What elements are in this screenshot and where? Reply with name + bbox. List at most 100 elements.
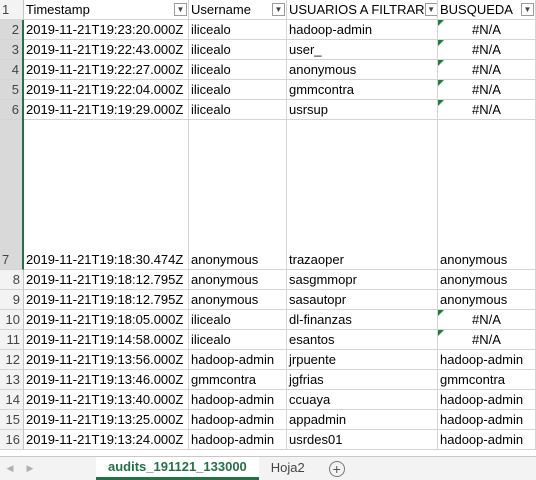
filter-dropdown-icon[interactable]: ▼ [174,3,187,16]
table-row[interactable]: 15 2019-11-21T19:13:25.000Z hadoop-admin ap… [0,410,536,430]
cell-busqueda[interactable]: #N/A [438,60,536,80]
row-number[interactable]: 4 [0,60,24,80]
spreadsheet-grid[interactable]: 1 Timestamp ▼ Username ▼ USUARIOS A FILT… [0,0,536,456]
cell-usuarios-a-filtrar[interactable]: appadmin [287,410,438,430]
cell-timestamp[interactable]: 2019-11-21T19:19:29.000Z [24,100,189,120]
cell-username[interactable]: ilicealo [189,100,287,120]
cell-timestamp[interactable]: 2019-11-21T19:14:58.000Z [24,330,189,350]
cell-username[interactable]: anonymous [189,270,287,290]
cell-username[interactable]: hadoop-admin [189,410,287,430]
row-number[interactable]: 9 [0,290,24,310]
row-number[interactable]: 15 [0,410,24,430]
row-number[interactable]: 10 [0,310,24,330]
cell-busqueda[interactable]: hadoop-admin [438,410,536,430]
cell-busqueda[interactable]: anonymous [438,270,536,290]
cell-usuarios-a-filtrar[interactable]: user_ [287,40,438,60]
sheet-next-icon[interactable]: ▶ [20,463,40,474]
table-row[interactable]: 13 2019-11-21T19:13:46.000Z gmmcontra jgfri… [0,370,536,390]
cell-usuarios-a-filtrar[interactable]: trazaoper [287,120,438,270]
row-number[interactable]: 3 [0,40,24,60]
cell-usuarios-a-filtrar[interactable]: jrpuente [287,350,438,370]
row-number[interactable]: 7 [0,120,24,270]
cell-busqueda[interactable]: anonymous [438,120,536,270]
cell-username[interactable]: ilicealo [189,40,287,60]
cell-usuarios-a-filtrar[interactable]: sasautopr [287,290,438,310]
cell-usuarios-a-filtrar[interactable]: dl-finanzas [287,310,438,330]
cell-timestamp[interactable]: 2019-11-21T19:22:27.000Z [24,60,189,80]
table-row[interactable]: 7 2019-11-21T19:18:30.474Z anonymous trazao… [0,120,536,270]
cell-usuarios-a-filtrar[interactable]: gmmcontra [287,80,438,100]
cell-usuarios-a-filtrar[interactable]: ccuaya [287,390,438,410]
cell-busqueda[interactable]: #N/A [438,100,536,120]
cell-username[interactable]: ilicealo [189,60,287,80]
cell-usuarios-a-filtrar[interactable]: usrsup [287,100,438,120]
filter-dropdown-icon[interactable]: ▼ [272,3,285,16]
table-row[interactable]: 2 2019-11-21T19:23:20.000Z ilicealo hadoop-… [0,20,536,40]
cell-timestamp[interactable]: 2019-11-21T19:18:12.795Z [24,270,189,290]
row-number[interactable]: 6 [0,100,24,120]
cell-username[interactable]: gmmcontra [189,370,287,390]
filter-dropdown-icon[interactable]: ▼ [521,3,534,16]
cell-timestamp[interactable]: 2019-11-21T19:13:25.000Z [24,410,189,430]
table-row[interactable]: 14 2019-11-21T19:13:40.000Z hadoop-admin cc… [0,390,536,410]
cell-busqueda[interactable]: hadoop-admin [438,350,536,370]
cell-username[interactable]: hadoop-admin [189,390,287,410]
table-row[interactable]: 4 2019-11-21T19:22:27.000Z ilicealo anonymo… [0,60,536,80]
filter-dropdown-icon[interactable]: ▼ [424,3,437,16]
row-number[interactable]: 8 [0,270,24,290]
cell-busqueda[interactable]: gmmcontra [438,370,536,390]
cell-timestamp[interactable]: 2019-11-21T19:18:12.795Z [24,290,189,310]
cell-busqueda[interactable]: hadoop-admin [438,390,536,410]
cell-busqueda[interactable]: #N/A [438,310,536,330]
cell-usuarios-a-filtrar[interactable]: hadoop-admin [287,20,438,40]
add-sheet-icon[interactable]: + [328,460,345,477]
cell-timestamp[interactable]: 2019-11-21T19:13:40.000Z [24,390,189,410]
cell-busqueda[interactable]: hadoop-admin [438,430,536,450]
row-number[interactable]: 5 [0,80,24,100]
cell-busqueda[interactable]: #N/A [438,20,536,40]
cell-usuarios-a-filtrar[interactable]: esantos [287,330,438,350]
cell-usuarios-a-filtrar[interactable]: jgfrias [287,370,438,390]
row-number[interactable]: 13 [0,370,24,390]
cell-username[interactable]: hadoop-admin [189,430,287,450]
cell-timestamp[interactable]: 2019-11-21T19:18:30.474Z [24,120,189,270]
cell-username[interactable]: hadoop-admin [189,350,287,370]
cell-username[interactable]: ilicealo [189,330,287,350]
row-number[interactable]: 2 [0,20,24,40]
table-row[interactable]: 8 2019-11-21T19:18:12.795Z anonymous sasgmm… [0,270,536,290]
cell-timestamp[interactable]: 2019-11-21T19:13:24.000Z [24,430,189,450]
cell-username[interactable]: anonymous [189,120,287,270]
cell-timestamp[interactable]: 2019-11-21T19:13:46.000Z [24,370,189,390]
table-row[interactable]: 16 2019-11-21T19:13:24.000Z hadoop-admin us… [0,430,536,450]
row-number[interactable]: 11 [0,330,24,350]
cell-username[interactable]: ilicealo [189,80,287,100]
tab-hoja2[interactable]: Hoja2 [259,457,317,480]
table-row[interactable]: 10 2019-11-21T19:18:05.000Z ilicealo dl-fin… [0,310,536,330]
cell-busqueda[interactable]: #N/A [438,40,536,60]
header-cell-username[interactable]: Username ▼ [189,0,287,20]
cell-usuarios-a-filtrar[interactable]: sasgmmopr [287,270,438,290]
table-row[interactable]: 3 2019-11-21T19:22:43.000Z ilicealo user_ #N… [0,40,536,60]
cell-busqueda[interactable]: #N/A [438,80,536,100]
table-row[interactable]: 9 2019-11-21T19:18:12.795Z anonymous sasaut… [0,290,536,310]
row-number[interactable]: 1 [0,0,24,20]
cell-usuarios-a-filtrar[interactable]: usrdes01 [287,430,438,450]
cell-timestamp[interactable]: 2019-11-21T19:22:04.000Z [24,80,189,100]
row-number[interactable]: 16 [0,430,24,450]
cell-timestamp[interactable]: 2019-11-21T19:23:20.000Z [24,20,189,40]
header-cell-busqueda[interactable]: BUSQUEDA ▼ [438,0,536,20]
cell-busqueda[interactable]: #N/A [438,330,536,350]
cell-usuarios-a-filtrar[interactable]: anonymous [287,60,438,80]
table-row[interactable]: 5 2019-11-21T19:22:04.000Z ilicealo gmmcont… [0,80,536,100]
row-number[interactable]: 12 [0,350,24,370]
cell-timestamp[interactable]: 2019-11-21T19:18:05.000Z [24,310,189,330]
cell-busqueda[interactable]: anonymous [438,290,536,310]
tab-audits[interactable]: audits_191121_133000 [96,456,259,480]
cell-username[interactable]: anonymous [189,290,287,310]
cell-username[interactable]: ilicealo [189,20,287,40]
header-cell-usuarios-a-filtrar[interactable]: USUARIOS A FILTRAR ▼ [287,0,438,20]
table-row[interactable]: 12 2019-11-21T19:13:56.000Z hadoop-admin jr… [0,350,536,370]
cell-username[interactable]: ilicealo [189,310,287,330]
row-number[interactable]: 14 [0,390,24,410]
cell-timestamp[interactable]: 2019-11-21T19:22:43.000Z [24,40,189,60]
